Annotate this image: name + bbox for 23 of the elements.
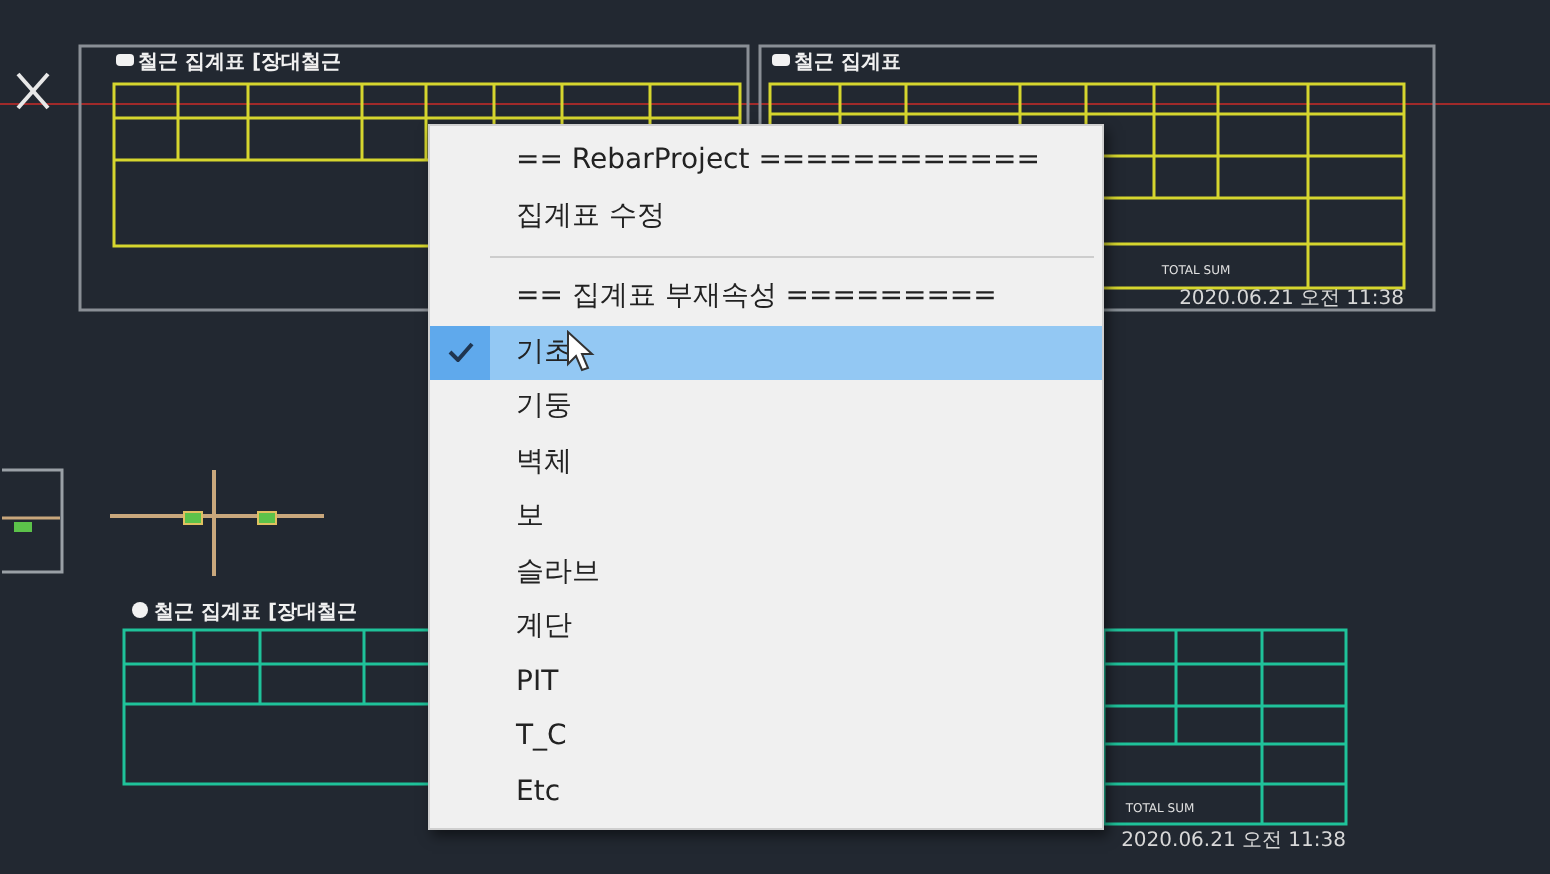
- menu-item[interactable]: 집계표 수정: [430, 189, 1102, 244]
- menu-item[interactable]: Etc: [430, 765, 1102, 820]
- bullet-icon: [132, 602, 148, 618]
- table-title: 철근 집계표 [장대철근: [138, 52, 342, 74]
- menu-item[interactable]: 계단: [430, 600, 1102, 655]
- table-title: 철근 집계표 [장대철근: [154, 602, 358, 624]
- bullet-icon: [772, 54, 790, 66]
- timestamp: 2020.06.21 오전 11:38: [1121, 830, 1346, 852]
- section-box-drawing: [2, 468, 64, 574]
- menu-item[interactable]: T_C: [430, 710, 1102, 765]
- mouse-pointer-icon: [566, 330, 598, 374]
- menu-section-header: == 집계표 부재속성 =========: [514, 278, 999, 317]
- table-title: 철근 집계표: [794, 52, 901, 74]
- menu-item[interactable]: 기초: [430, 325, 1102, 380]
- menu-section-header: == RebarProject ============: [514, 142, 1042, 181]
- menu-item[interactable]: PIT: [430, 655, 1102, 710]
- menu-item[interactable]: 보: [430, 490, 1102, 545]
- menu-item[interactable]: 벽체: [430, 435, 1102, 490]
- menu-item[interactable]: 기둥: [430, 380, 1102, 435]
- menu-item[interactable]: 슬라브: [430, 545, 1102, 600]
- bullet-icon: [116, 54, 134, 66]
- x-mark-icon: [16, 72, 50, 110]
- timestamp: 2020.06.21 오전 11:38: [1179, 288, 1404, 310]
